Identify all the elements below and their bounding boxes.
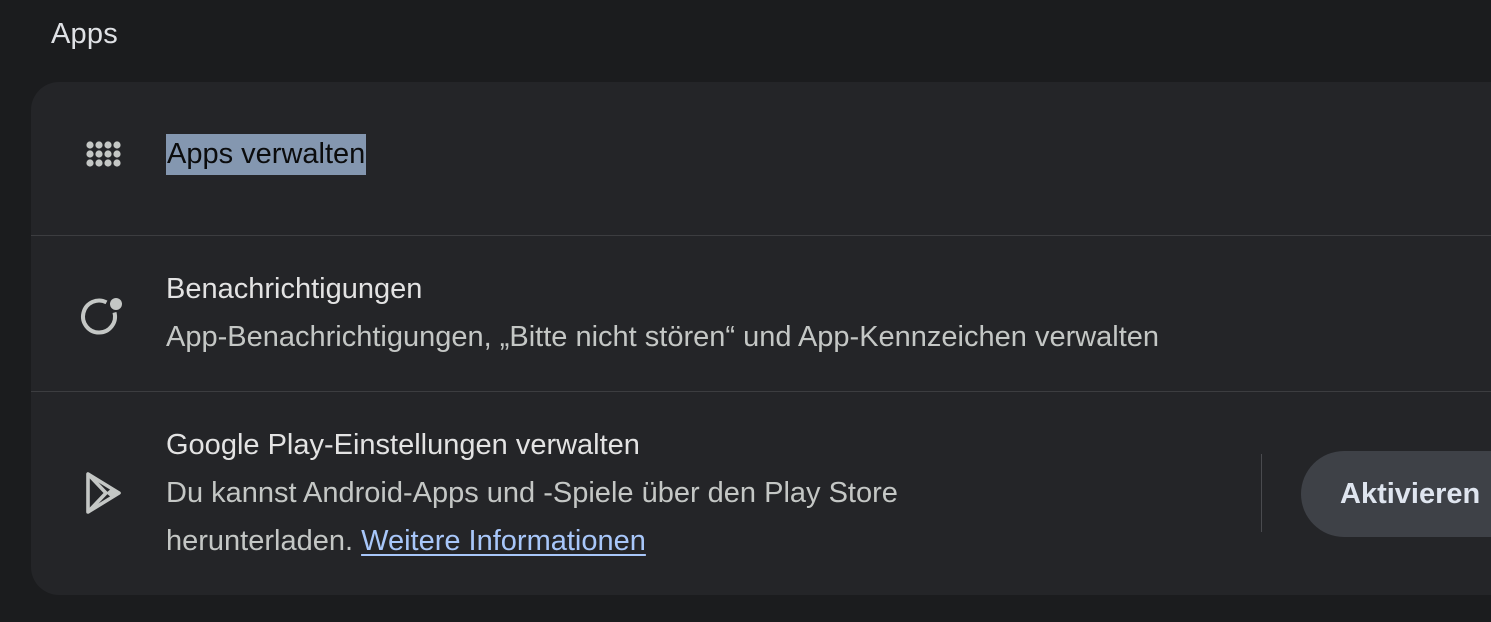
vertical-separator (1261, 454, 1262, 532)
notifications-icon (79, 292, 127, 340)
google-play-icon (79, 469, 127, 517)
activate-button[interactable]: Aktivieren (1301, 451, 1491, 537)
google-play-description-line1: Du kannst Android-Apps und -Spiele über … (166, 477, 898, 509)
manage-apps-title: Apps verwalten (166, 134, 367, 175)
google-play-description-text: herunterladen. (166, 525, 354, 557)
learn-more-link[interactable]: Weitere Informationen (361, 525, 646, 557)
apps-settings-card: Apps verwalten Benachrichtigungen App-Be… (31, 82, 1491, 595)
notifications-row[interactable]: Benachrichtigungen App-Benachrichtigunge… (31, 236, 1491, 391)
notifications-title: Benachrichtigungen (166, 273, 423, 305)
google-play-title: Google Play-Einstellungen verwalten (166, 429, 640, 461)
notifications-description: App-Benachrichtigungen, „Bitte nicht stö… (166, 321, 1160, 353)
section-title: Apps (51, 18, 118, 50)
manage-apps-row[interactable]: Apps verwalten (31, 82, 1491, 235)
google-play-description-line2: herunterladen. Weitere Informationen (166, 525, 646, 558)
apps-grid-icon (79, 133, 127, 181)
google-play-row: Google Play-Einstellungen verwalten Du k… (31, 392, 1491, 595)
selected-text: Apps verwalten (166, 134, 367, 175)
